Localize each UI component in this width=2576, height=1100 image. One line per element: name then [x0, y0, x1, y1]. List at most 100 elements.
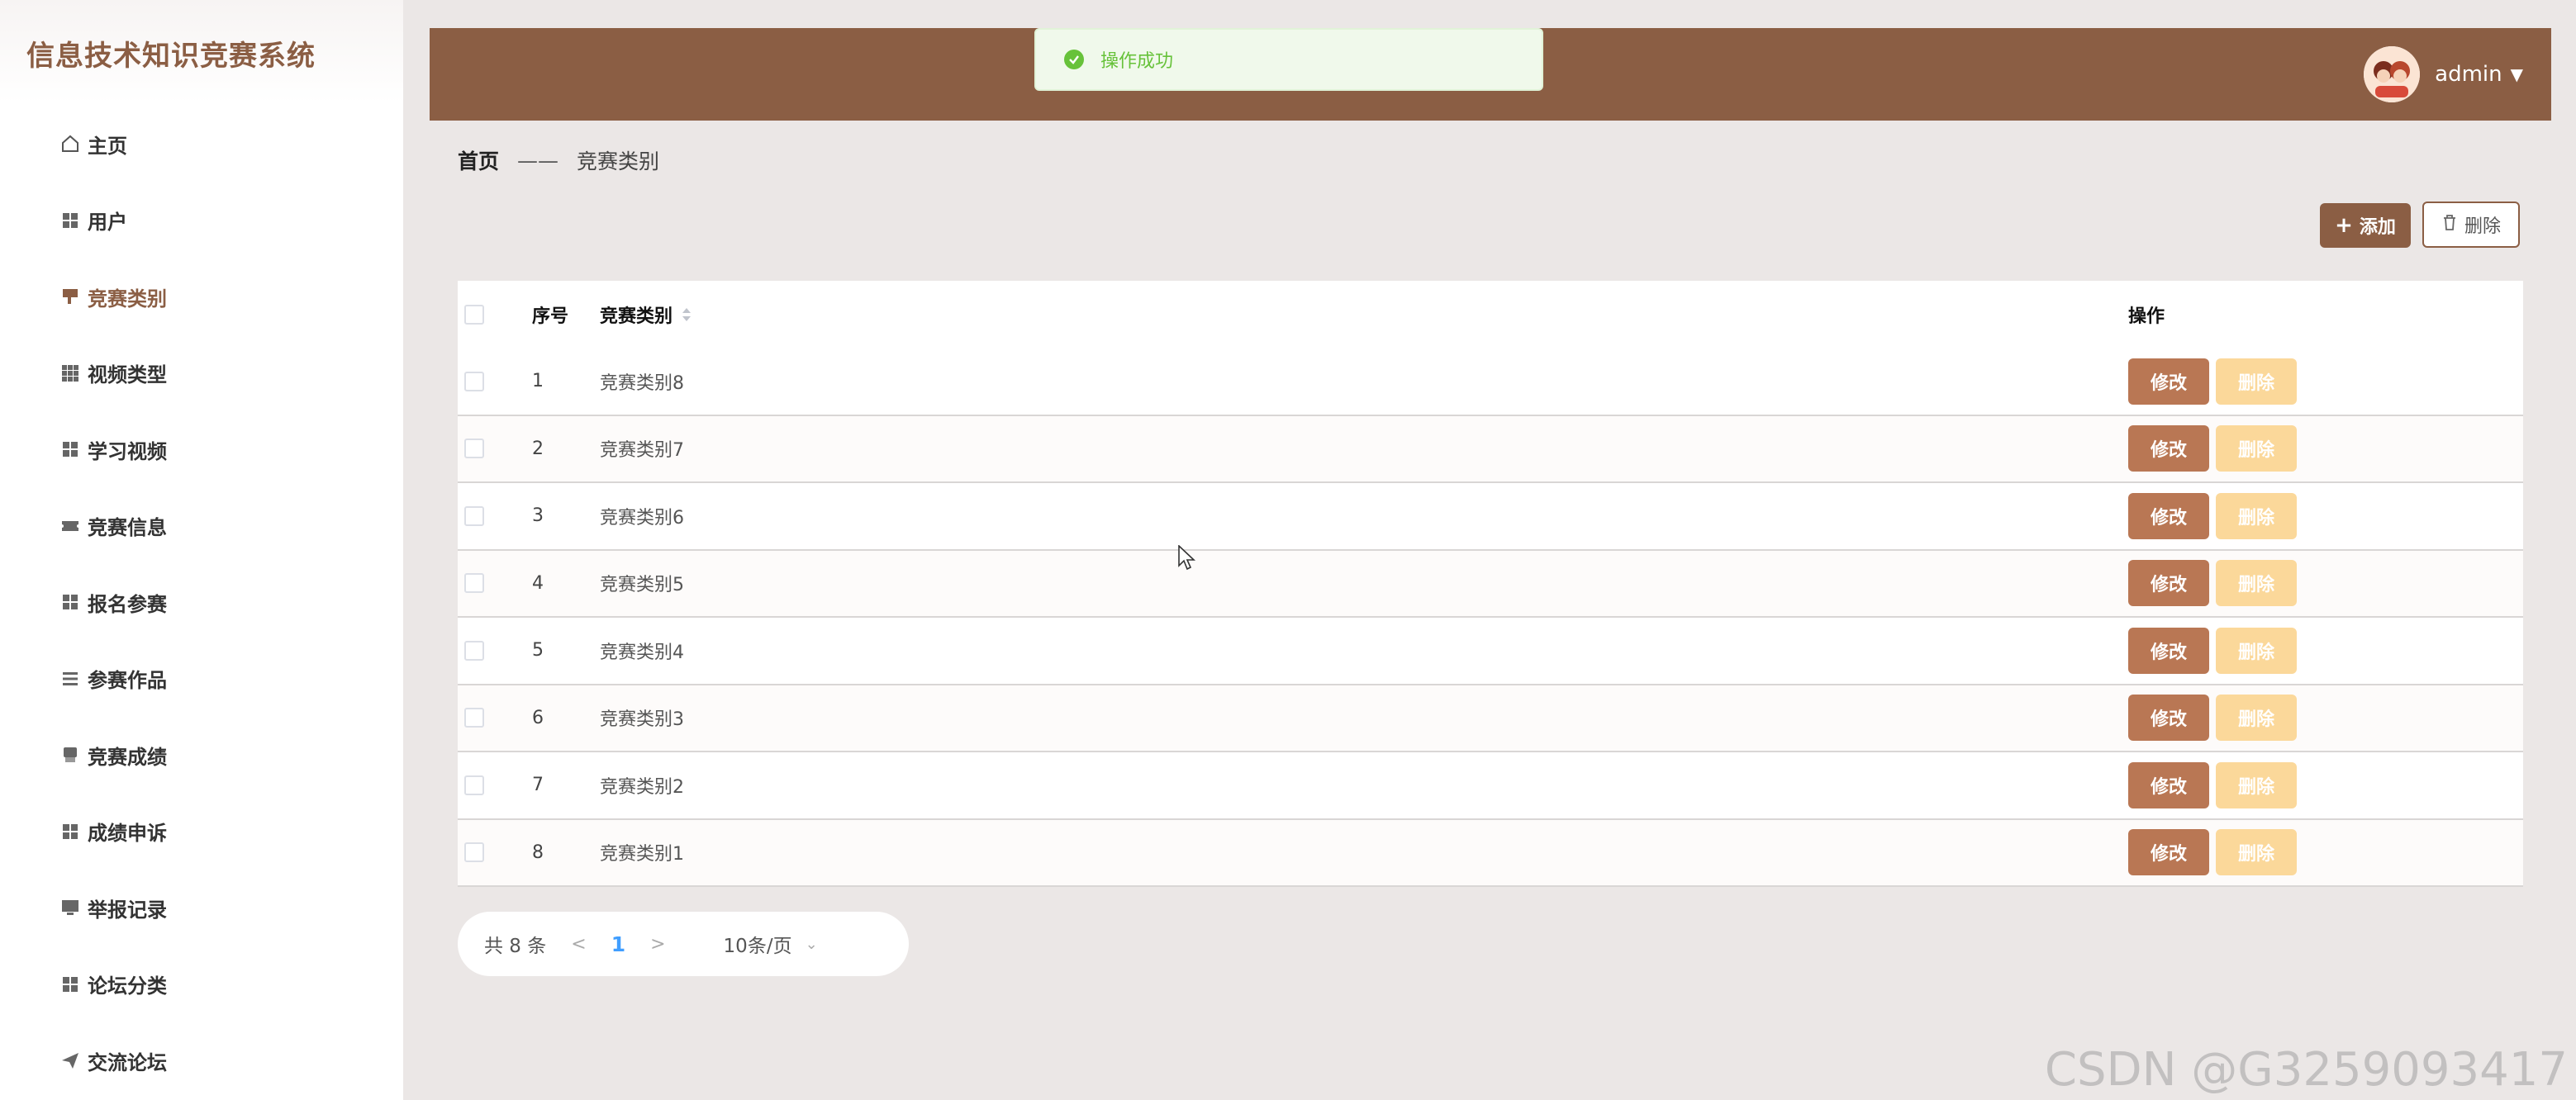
avatar[interactable] — [2364, 46, 2421, 102]
app-title: 信息技术知识竞赛系统 — [26, 40, 316, 73]
avatar-image-icon — [2364, 46, 2421, 102]
header-name[interactable]: 竞赛类别 — [600, 301, 673, 328]
sidebar-item-label: 竞赛类别 — [88, 287, 167, 311]
header-index: 序号 — [532, 306, 569, 327]
grid-icon — [58, 208, 83, 233]
row-checkbox[interactable] — [464, 708, 484, 728]
table-row: 3 竞赛类别6 修改 删除 — [458, 483, 2523, 551]
edit-button[interactable]: 修改 — [2128, 761, 2209, 808]
trash-icon — [2441, 213, 2458, 236]
category-table: 序号 竞赛类别 操作 1 竞赛类别8 修改 删除 2 竞赛类别7 修改 删除 3 竞赛类别6 修改删… — [458, 281, 2523, 887]
sidebar-menu: 主页用户竞赛类别视频类型 学习视频 竞赛信息报名参赛参赛作品竞赛成绩成绩申诉举报记录… — [0, 106, 403, 1099]
success-toast: 操作成功 — [1034, 28, 1543, 91]
row-index: 2 — [532, 438, 544, 459]
sidebar-item-label: 交流论坛 — [88, 1050, 167, 1074]
row-index: 5 — [532, 640, 544, 661]
breadcrumb-current: 竞赛类别 — [577, 149, 660, 173]
sidebar-item-7[interactable]: 参赛作品 — [0, 641, 403, 718]
sidebar-item-9[interactable]: 成绩申诉 — [0, 794, 403, 870]
grid-icon — [58, 590, 83, 614]
row-name: 竞赛类别1 — [600, 844, 684, 865]
prev-page-button[interactable]: < — [571, 934, 586, 955]
sidebar-item-10[interactable]: 举报记录 — [0, 870, 403, 946]
row-index: 6 — [532, 707, 544, 728]
select-all-checkbox[interactable] — [464, 305, 484, 325]
row-checkbox[interactable] — [464, 371, 484, 391]
batch-delete-label: 删除 — [2464, 216, 2501, 237]
delete-button[interactable]: 删除 — [2216, 560, 2297, 607]
sidebar-item-label: 论坛分类 — [88, 974, 167, 998]
watermark: CSDN @G3259093417 — [2044, 1043, 2568, 1097]
row-index: 1 — [532, 371, 544, 392]
row-index: 4 — [532, 572, 544, 594]
user-menu[interactable]: admin ▼ — [2364, 45, 2523, 104]
grid-icon — [58, 972, 83, 997]
delete-button[interactable]: 删除 — [2216, 695, 2297, 742]
home-icon — [58, 131, 83, 156]
row-name: 竞赛类别2 — [600, 776, 684, 798]
caret-down-icon[interactable]: ▼ — [2511, 64, 2523, 84]
sidebar-item-0[interactable]: 主页 — [0, 106, 403, 183]
delete-button[interactable]: 删除 — [2216, 761, 2297, 808]
page-size-select[interactable]: 10条/页 ⌄ — [724, 930, 818, 958]
grid9-icon — [58, 361, 83, 386]
delete-button[interactable]: 删除 — [2216, 492, 2297, 539]
sidebar-item-label: 主页 — [88, 134, 127, 158]
sidebar-item-11[interactable]: 论坛分类 — [0, 946, 403, 1023]
current-page[interactable]: 1 — [611, 932, 625, 956]
sidebar-item-label: 用户 — [88, 211, 127, 235]
toast-message: 操作成功 — [1100, 51, 1174, 72]
add-button[interactable]: + 添加 — [2320, 203, 2411, 248]
sidebar-item-5[interactable]: 竞赛信息 — [0, 488, 403, 565]
chevron-down-icon: ⌄ — [805, 935, 818, 953]
sidebar-item-1[interactable]: 用户 — [0, 183, 403, 259]
table-row: 5 竞赛类别4 修改 删除 — [458, 618, 2523, 685]
row-checkbox[interactable] — [464, 573, 484, 594]
sort-icon[interactable] — [681, 306, 692, 323]
row-name: 竞赛类别7 — [600, 440, 684, 462]
breadcrumb-separator: —— — [517, 148, 559, 173]
row-checkbox[interactable] — [464, 640, 484, 661]
sidebar-item-3[interactable]: 视频类型 — [0, 335, 403, 412]
pagination-total: 共 8 条 — [484, 936, 547, 957]
edit-button[interactable]: 修改 — [2128, 627, 2209, 674]
row-name: 竞赛类别5 — [600, 575, 684, 596]
table-row: 2 竞赛类别7 修改 删除 — [458, 415, 2523, 483]
delete-button[interactable]: 删除 — [2216, 829, 2297, 876]
edit-button[interactable]: 修改 — [2128, 492, 2209, 539]
edit-button[interactable]: 修改 — [2128, 829, 2209, 876]
row-checkbox[interactable] — [464, 775, 484, 795]
sidebar-item-12[interactable]: 交流论坛 — [0, 1022, 403, 1099]
sidebar-item-6[interactable]: 报名参赛 — [0, 564, 403, 641]
delete-button[interactable]: 删除 — [2216, 627, 2297, 674]
delete-button[interactable]: 删除 — [2216, 358, 2297, 405]
row-index: 8 — [532, 842, 544, 863]
batch-delete-button[interactable]: 删除 — [2422, 202, 2520, 248]
sidebar-item-label: 报名参赛 — [88, 592, 167, 616]
sidebar-item-8[interactable]: 竞赛成绩 — [0, 717, 403, 794]
edit-button[interactable]: 修改 — [2128, 560, 2209, 607]
delete-button[interactable]: 删除 — [2216, 425, 2297, 472]
mouse-cursor-icon — [1178, 544, 1196, 575]
page-size-value: 10条/页 — [723, 936, 792, 957]
sidebar-item-label: 举报记录 — [88, 898, 167, 922]
sidebar-item-4[interactable]: 学习视频 — [0, 411, 403, 488]
breadcrumb-home[interactable]: 首页 — [458, 145, 499, 175]
table-row: 7 竞赛类别2 修改 删除 — [458, 752, 2523, 820]
row-checkbox[interactable] — [464, 439, 484, 459]
ticket-icon — [58, 514, 83, 538]
edit-button[interactable]: 修改 — [2128, 695, 2209, 742]
edit-button[interactable]: 修改 — [2128, 358, 2209, 405]
sidebar-item-2[interactable]: 竞赛类别 — [0, 258, 403, 335]
grid-icon — [58, 437, 83, 462]
row-index: 7 — [532, 775, 544, 796]
sidebar: 信息技术知识竞赛系统 主页用户竞赛类别视频类型 学习视频 竞赛信息报名参赛参赛作品竞… — [0, 0, 403, 1100]
next-page-button[interactable]: > — [650, 934, 665, 955]
username[interactable]: admin — [2435, 62, 2502, 87]
edit-button[interactable]: 修改 — [2128, 425, 2209, 472]
row-name: 竞赛类别4 — [600, 642, 684, 663]
sidebar-item-label: 竞赛成绩 — [88, 745, 167, 769]
row-checkbox[interactable] — [464, 842, 484, 863]
row-checkbox[interactable] — [464, 505, 484, 526]
table-row: 8 竞赛类别1 修改 删除 — [458, 819, 2523, 887]
